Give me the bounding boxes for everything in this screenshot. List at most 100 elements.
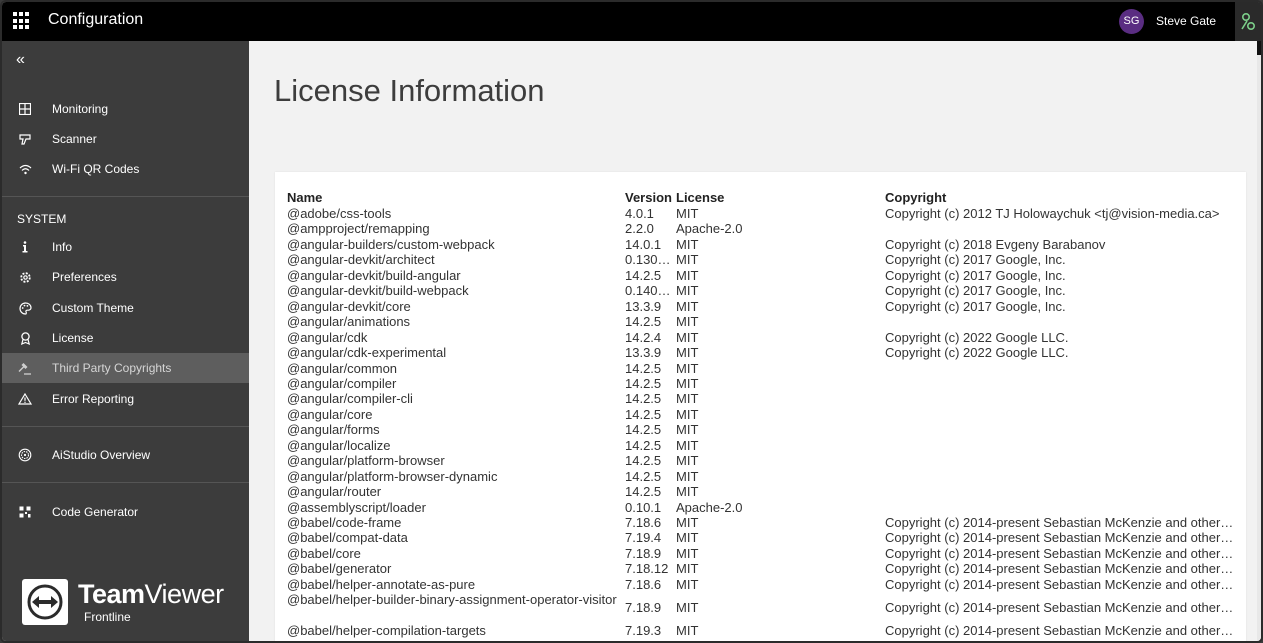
sidebar-item-third-party-copyrights[interactable]: Third Party Copyrights	[2, 353, 249, 383]
cell-license: Apache-2.0	[676, 499, 743, 515]
cell-version: 14.2.5	[625, 468, 662, 484]
sidebar-item-scanner[interactable]: Scanner	[2, 124, 249, 154]
top-bar: Configuration SG Steve Gate	[2, 2, 1261, 41]
cell-name: @babel/helper-builder-binary-assignment-…	[287, 592, 617, 608]
license-icon	[17, 330, 33, 346]
sidebar-item-custom-theme[interactable]: Custom Theme	[2, 293, 249, 323]
cell-name: @angular-devkit/architect	[287, 252, 435, 268]
cell-version: 14.2.5	[625, 484, 662, 500]
cell-version: 14.2.5	[625, 360, 662, 376]
cell-license: MIT	[676, 484, 699, 500]
cell-license: MIT	[676, 530, 699, 546]
user-avatar[interactable]: SG	[1119, 9, 1144, 34]
sidebar-item-info[interactable]: Info	[2, 232, 249, 262]
cell-version: 14.2.5	[625, 453, 662, 469]
cell-license: MIT	[676, 406, 699, 422]
cell-version: 14.0.1	[625, 236, 662, 252]
cell-license: MIT	[676, 623, 699, 639]
cell-license: MIT	[676, 545, 699, 561]
cell-copyright: Copyright (c) 2017 Google, Inc.	[885, 298, 1066, 314]
scrollbar[interactable]	[1257, 41, 1261, 641]
column-header-license[interactable]: License	[676, 190, 724, 205]
cell-version: 14.2.4	[625, 329, 662, 345]
warning-icon	[17, 391, 33, 407]
sidebar-item-label: Monitoring	[52, 102, 109, 116]
table-row: @angular/cdk 14.2.4 MIT Copyright (c) 2022 …	[287, 330, 1237, 345]
sidebar-item-wifi-qr-codes[interactable]: Wi-Fi QR Codes	[2, 154, 249, 184]
app-launcher-icon[interactable]	[13, 12, 31, 30]
cell-license: MIT	[676, 576, 699, 592]
sidebar-item-monitoring[interactable]: Monitoring	[2, 94, 249, 124]
cell-version: 14.2.5	[625, 267, 662, 283]
table-row: @assemblyscript/loader 0.10.1 Apache-2.0	[287, 500, 1237, 515]
cell-version: 7.18.6	[625, 576, 662, 592]
cell-name: @babel/core	[287, 545, 361, 561]
cell-license: MIT	[676, 314, 699, 330]
table-row: @babel/core 7.18.9 MIT Copyright (c) 2014-p…	[287, 546, 1237, 561]
table-row: @angular/platform-browser-dynamic 14.2.5 M…	[287, 469, 1237, 484]
aistudio-icon	[17, 447, 33, 463]
cell-license: MIT	[676, 468, 699, 484]
cell-version: 13.3.9	[625, 345, 662, 361]
brand-name: TeamViewer	[78, 579, 224, 609]
cell-version: 14.2.5	[625, 391, 662, 407]
sidebar-item-label: License	[52, 331, 94, 345]
column-header-name[interactable]: Name	[287, 190, 322, 205]
cell-name: @angular/cdk-experimental	[287, 345, 447, 361]
cell-copyright: Copyright (c) 2022 Google LLC.	[885, 329, 1069, 345]
info-icon	[17, 239, 33, 255]
sidebar-divider	[2, 426, 249, 427]
cell-license: MIT	[676, 252, 699, 268]
cell-name: @angular/platform-browser-dynamic	[287, 468, 498, 484]
palette-icon	[17, 300, 33, 316]
grid-icon	[17, 101, 33, 117]
cell-copyright: Copyright (c) 2014-present Sebastian McK…	[885, 561, 1235, 577]
teamviewer-logo-icon	[22, 579, 68, 625]
table-row: @angular/cdk-experimental 13.3.9 MIT Copyri…	[287, 345, 1237, 360]
cell-license: MIT	[676, 391, 699, 407]
cell-version: 13.3.9	[625, 298, 662, 314]
cell-version: 2.2.0	[625, 221, 654, 237]
cell-copyright: Copyright (c) 2014-present Sebastian McK…	[885, 515, 1235, 530]
connection-status-button[interactable]	[1235, 2, 1261, 41]
gear-icon	[17, 269, 33, 285]
sidebar-item-license[interactable]: License	[2, 323, 249, 353]
cell-name: @angular/core	[287, 406, 373, 422]
table-row: @angular/localize 14.2.5 MIT	[287, 438, 1237, 453]
gavel-icon	[17, 360, 33, 376]
cell-name: @babel/compat-data	[287, 530, 408, 546]
cell-copyright: Copyright (c) 2018 Evgeny Barabanov	[885, 236, 1106, 252]
app-title: Configuration	[48, 11, 144, 28]
sidebar-item-label: Scanner	[52, 132, 97, 146]
cell-license: MIT	[676, 206, 699, 221]
cell-version: 0.1402.5	[625, 283, 675, 299]
cell-license: MIT	[676, 267, 699, 283]
column-header-copyright[interactable]: Copyright	[885, 190, 946, 205]
sidebar-item-error-reporting[interactable]: Error Reporting	[2, 384, 249, 414]
cell-version: 7.18.12	[625, 561, 669, 577]
sidebar-divider	[2, 482, 249, 483]
column-header-version[interactable]: Version	[625, 190, 672, 205]
table-row: @adobe/css-tools 4.0.1 MIT Copyright (c) 20…	[287, 206, 1237, 221]
cell-copyright: Copyright (c) 2014-present Sebastian McK…	[885, 576, 1235, 592]
sidebar-item-preferences[interactable]: Preferences	[2, 262, 249, 292]
cell-copyright: Copyright (c) 2017 Google, Inc.	[885, 283, 1066, 299]
sidebar-item-label: Code Generator	[52, 505, 139, 519]
cell-name: @angular-builders/custom-webpack	[287, 236, 495, 252]
qr-icon	[17, 504, 33, 520]
scrollbar-thumb[interactable]	[1257, 41, 1261, 55]
cell-name: @adobe/css-tools	[287, 206, 392, 221]
user-name[interactable]: Steve Gate	[1156, 14, 1216, 28]
sidebar-item-label: Custom Theme	[52, 301, 134, 315]
link-icon	[1241, 12, 1256, 31]
cell-name: @assemblyscript/loader	[287, 499, 426, 515]
sidebar-item-aistudio-overview[interactable]: AiStudio Overview	[2, 440, 249, 470]
cell-license: Apache-2.0	[676, 221, 743, 237]
cell-version: 7.19.4	[625, 530, 662, 546]
cell-name: @angular/localize	[287, 437, 391, 453]
sidebar-item-code-generator[interactable]: Code Generator	[2, 497, 249, 527]
app-window: Configuration SG Steve Gate « Monitoring…	[0, 0, 1263, 643]
cell-version: 14.2.5	[625, 437, 662, 453]
cell-copyright: Copyright (c) 2017 Google, Inc.	[885, 267, 1066, 283]
collapse-sidebar-icon[interactable]: «	[16, 51, 25, 69]
